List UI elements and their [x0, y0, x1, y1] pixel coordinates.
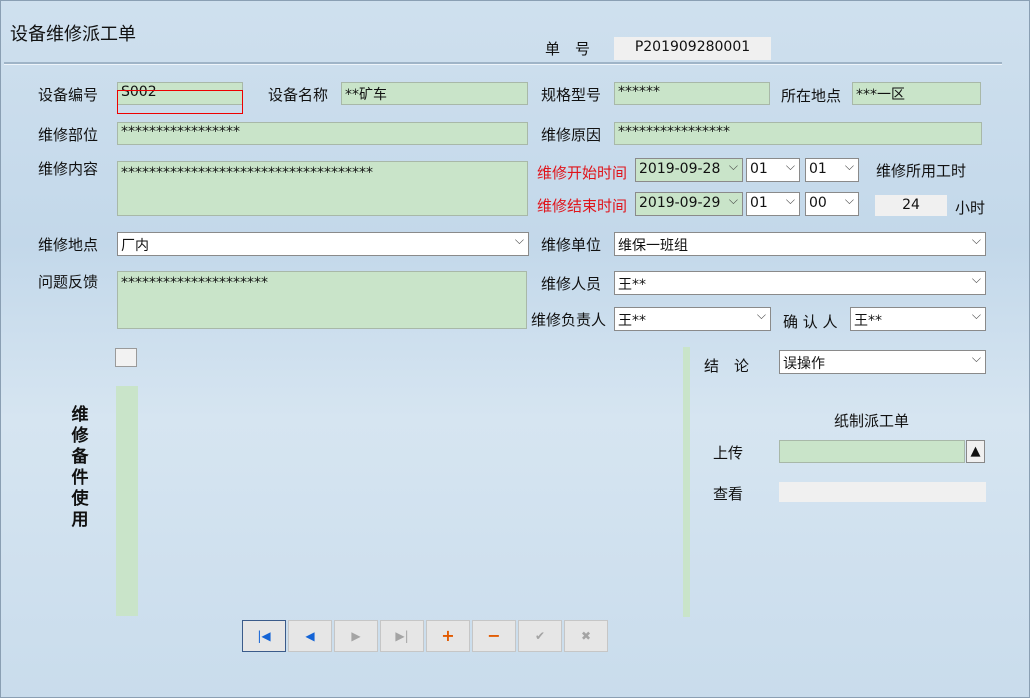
end-time-label: 维修结束时间: [537, 197, 628, 215]
unit-value: 维保一班组: [618, 238, 688, 254]
leader-label: 维修负责人: [531, 311, 607, 329]
upload-label: 上传: [713, 444, 744, 462]
leader-value: 王**: [618, 313, 646, 329]
validation-error-box: [117, 90, 243, 114]
part-label: 维修部位: [38, 126, 99, 144]
reason-field[interactable]: ****************: [614, 122, 982, 145]
chevron-down-icon[interactable]: ⌵: [972, 272, 981, 287]
delete-record-button[interactable]: −: [472, 620, 516, 652]
end-hour-select[interactable]: 01 ⌵: [746, 192, 800, 216]
end-date-picker[interactable]: 2019-09-29 ⌵: [635, 192, 743, 216]
confirm-select[interactable]: 王** ⌵: [850, 307, 986, 331]
chevron-down-icon[interactable]: ⌵: [972, 308, 981, 323]
start-minute-value: 01: [809, 161, 827, 177]
header-separator: [4, 62, 1002, 65]
location-label: 所在地点: [781, 87, 842, 105]
start-hour-value: 01: [750, 161, 768, 177]
unit-select[interactable]: 维保一班组 ⌵: [614, 232, 986, 256]
start-date-picker[interactable]: 2019-09-28 ⌵: [635, 158, 743, 182]
spec-field[interactable]: ******: [614, 82, 770, 105]
conclusion-select[interactable]: 误操作 ⌵: [779, 350, 986, 374]
save-record-button[interactable]: ✔: [518, 620, 562, 652]
staff-value: 王**: [618, 277, 646, 293]
start-date-value: 2019-09-28: [639, 161, 721, 177]
parts-usage-label: 维修备件使用: [71, 405, 89, 530]
chevron-down-icon[interactable]: ⌵: [729, 193, 738, 208]
prev-record-button[interactable]: ◀: [288, 620, 332, 652]
chevron-down-icon[interactable]: ⌵: [757, 308, 766, 323]
parts-list-strip: [116, 386, 138, 616]
cancel-edit-button[interactable]: ✖: [564, 620, 608, 652]
reason-label: 维修原因: [541, 126, 602, 144]
end-minute-select[interactable]: 00 ⌵: [805, 192, 859, 216]
feedback-field[interactable]: *********************: [117, 271, 527, 329]
chevron-down-icon[interactable]: ⌵: [972, 351, 981, 366]
part-field[interactable]: *****************: [117, 122, 528, 145]
parts-checkbox[interactable]: [115, 348, 137, 367]
paper-order-label: 纸制派工单: [834, 412, 910, 430]
view-path-field[interactable]: [779, 482, 986, 502]
content-field[interactable]: ************************************: [117, 161, 528, 216]
confirm-label: 确 认 人: [783, 313, 838, 331]
order-no-field: P201909280001: [614, 37, 771, 60]
chevron-down-icon[interactable]: ⌵: [786, 193, 795, 208]
location-field[interactable]: ***一区: [852, 82, 981, 105]
chevron-down-icon[interactable]: ⌵: [515, 233, 524, 248]
panel-divider: [683, 347, 690, 617]
hours-field[interactable]: 24: [875, 195, 947, 216]
device-name-label: 设备名称: [268, 86, 329, 104]
start-minute-select[interactable]: 01 ⌵: [805, 158, 859, 182]
hours-title-label: 维修所用工时: [876, 162, 967, 180]
conclusion-label: 结 论: [704, 357, 750, 375]
order-no-label: 单 号: [545, 40, 591, 58]
feedback-label: 问题反馈: [38, 273, 99, 291]
form-title: 设备维修派工单: [10, 24, 136, 45]
up-triangle-icon[interactable]: ▲: [966, 440, 985, 463]
chevron-down-icon[interactable]: ⌵: [729, 159, 738, 174]
staff-label: 维修人员: [541, 275, 602, 293]
end-date-value: 2019-09-29: [639, 195, 721, 211]
chevron-down-icon[interactable]: ⌵: [972, 233, 981, 248]
last-record-button[interactable]: ▶|: [380, 620, 424, 652]
conclusion-value: 误操作: [783, 356, 825, 372]
upload-path-field[interactable]: [779, 440, 965, 463]
end-hour-value: 01: [750, 195, 768, 211]
first-record-button[interactable]: |◀: [242, 620, 286, 652]
device-code-label: 设备编号: [38, 86, 99, 104]
place-value: 厂内: [121, 238, 149, 254]
spec-label: 规格型号: [541, 86, 602, 104]
end-minute-value: 00: [809, 195, 827, 211]
place-label: 维修地点: [38, 236, 99, 254]
chevron-down-icon[interactable]: ⌵: [845, 159, 854, 174]
start-time-label: 维修开始时间: [537, 164, 628, 182]
add-record-button[interactable]: +: [426, 620, 470, 652]
confirm-value: 王**: [854, 313, 882, 329]
start-hour-select[interactable]: 01 ⌵: [746, 158, 800, 182]
unit-label: 维修单位: [541, 236, 602, 254]
device-name-field[interactable]: **矿车: [341, 82, 528, 105]
staff-select[interactable]: 王** ⌵: [614, 271, 986, 295]
place-select[interactable]: 厂内 ⌵: [117, 232, 529, 256]
content-label: 维修内容: [38, 160, 99, 178]
chevron-down-icon[interactable]: ⌵: [786, 159, 795, 174]
view-label: 查看: [713, 485, 744, 503]
chevron-down-icon[interactable]: ⌵: [845, 193, 854, 208]
leader-select[interactable]: 王** ⌵: [614, 307, 771, 331]
next-record-button[interactable]: ▶: [334, 620, 378, 652]
hours-unit-label: 小时: [955, 199, 986, 217]
